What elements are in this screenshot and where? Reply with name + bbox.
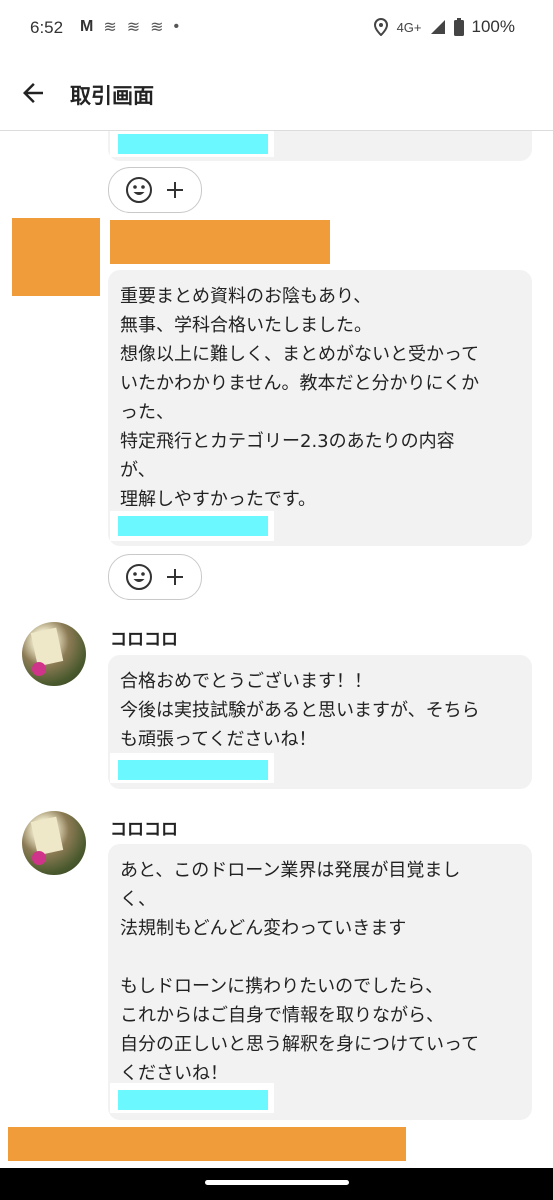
notification-icons: M ≋ ≋ ≋ • — [80, 17, 179, 37]
reaction-button[interactable] — [108, 554, 202, 600]
message-bubble: あと、このドローン業界は発展が目覚まし く、 法規制もどんどん変わっていきます … — [108, 844, 532, 1120]
timestamp-redaction — [118, 134, 268, 154]
gmail-icon: M — [80, 18, 94, 35]
plus-icon — [167, 182, 183, 198]
timestamp-redaction — [118, 516, 268, 536]
more-notifications-icon: • — [173, 18, 180, 35]
network-type: 4G+ — [396, 19, 422, 35]
app-bar: 取引画面 — [0, 56, 553, 131]
status-right: 4G+ 100% — [373, 17, 515, 37]
page-title: 取引画面 — [70, 84, 154, 108]
avatar-redaction — [12, 218, 100, 296]
navigation-bar — [0, 1168, 553, 1200]
avatar[interactable] — [22, 811, 86, 875]
status-bar: 6:52 M ≋ ≋ ≋ • 4G+ 100% — [0, 0, 553, 56]
signal-icon — [430, 20, 445, 34]
sender-name: コロコロ — [110, 630, 178, 650]
smiley-icon — [126, 564, 152, 590]
status-time: 6:52 — [30, 18, 64, 37]
battery-percent: 100% — [471, 17, 515, 36]
location-icon — [373, 18, 388, 36]
smiley-icon — [126, 177, 152, 203]
reaction-button[interactable] — [108, 167, 202, 213]
timestamp-redaction — [118, 760, 268, 780]
message-text: 合格おめでとうございます！！ 今後は実技試験があると思いますが、そちら も頑張っ… — [120, 671, 480, 750]
arrow-back-icon[interactable] — [18, 78, 48, 108]
message-text: あと、このドローン業界は発展が目覚まし く、 法規制もどんどん変わっていきます … — [120, 860, 480, 1084]
plus-icon — [167, 569, 183, 585]
message-bubble: 重要まとめ資料のお陰もあり、 無事、学科合格いたしました。 想像以上に難しく、ま… — [108, 270, 532, 546]
app-notification-icon: ≋ — [103, 19, 117, 36]
sender-name-redaction — [110, 220, 330, 264]
home-indicator[interactable] — [205, 1180, 349, 1185]
message-text: 重要まとめ資料のお陰もあり、 無事、学科合格いたしました。 想像以上に難しく、ま… — [120, 286, 480, 510]
app-notification-icon: ≋ — [126, 19, 141, 36]
sender-name: コロコロ — [110, 820, 178, 840]
app-notification-icon: ≋ — [150, 19, 164, 36]
chat-area[interactable]: 重要まとめ資料のお陰もあり、 無事、学科合格いたしました。 想像以上に難しく、ま… — [0, 131, 553, 1171]
timestamp-redaction — [118, 1090, 268, 1110]
battery-icon — [453, 18, 464, 36]
sender-name-redaction — [8, 1127, 406, 1161]
avatar[interactable] — [22, 622, 86, 686]
